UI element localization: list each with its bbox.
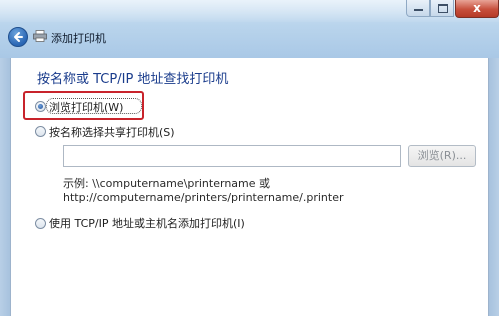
- shared-printer-input[interactable]: [63, 145, 401, 167]
- page-heading: 按名称或 TCP/IP 地址查找打印机: [37, 72, 229, 87]
- back-arrow-icon: [14, 32, 23, 42]
- browse-button[interactable]: 浏览(R)...: [408, 145, 476, 167]
- example-line-1: 示例: \\computername\printername 或: [63, 177, 271, 190]
- printer-icon: [33, 30, 47, 42]
- window-frame-left: [0, 58, 10, 316]
- close-button[interactable]: x: [455, 0, 499, 18]
- option-tcpip-hostname-label[interactable]: 使用 TCP/IP 地址或主机名添加打印机(I): [49, 215, 245, 231]
- close-icon: x: [473, 1, 481, 15]
- radio-browse-printers[interactable]: [35, 101, 46, 112]
- window-title: 添加打印机: [51, 33, 106, 45]
- maximize-button[interactable]: [430, 0, 454, 17]
- radio-tcpip-hostname[interactable]: [35, 218, 46, 229]
- option-browse-printers-label[interactable]: 浏览打印机(W): [49, 99, 123, 115]
- example-text: 示例: \\computername\printername 或 http://…: [63, 177, 344, 205]
- radio-select-shared-printer[interactable]: [35, 126, 46, 137]
- option-select-shared-printer-label[interactable]: 按名称选择共享打印机(S): [49, 124, 175, 140]
- window-frame-right: [489, 58, 499, 316]
- example-line-2: http://computername/printers/printername…: [63, 191, 344, 204]
- minimize-button[interactable]: [406, 0, 430, 17]
- back-button[interactable]: [8, 27, 28, 47]
